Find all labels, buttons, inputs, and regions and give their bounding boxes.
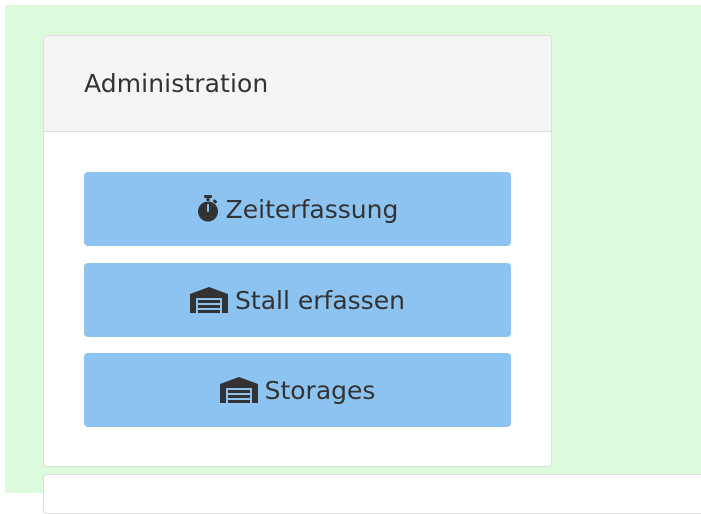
zeiterfassung-button[interactable]: Zeiterfassung (84, 172, 511, 246)
panel-title: Administration (84, 69, 269, 98)
administration-panel: Administration Zeiterfassung Stall erfas… (43, 35, 552, 467)
stopwatch-icon (197, 195, 219, 223)
storages-label: Storages (264, 375, 376, 405)
storages-button[interactable]: Storages (84, 353, 511, 427)
zeiterfassung-label: Zeiterfassung (225, 194, 399, 224)
panel-heading: Administration (44, 36, 551, 132)
warehouse-icon (219, 377, 258, 403)
stall-erfassen-button[interactable]: Stall erfassen (84, 263, 511, 337)
warehouse-icon (190, 287, 229, 313)
stall-erfassen-label: Stall erfassen (235, 285, 405, 315)
next-panel (43, 474, 701, 514)
